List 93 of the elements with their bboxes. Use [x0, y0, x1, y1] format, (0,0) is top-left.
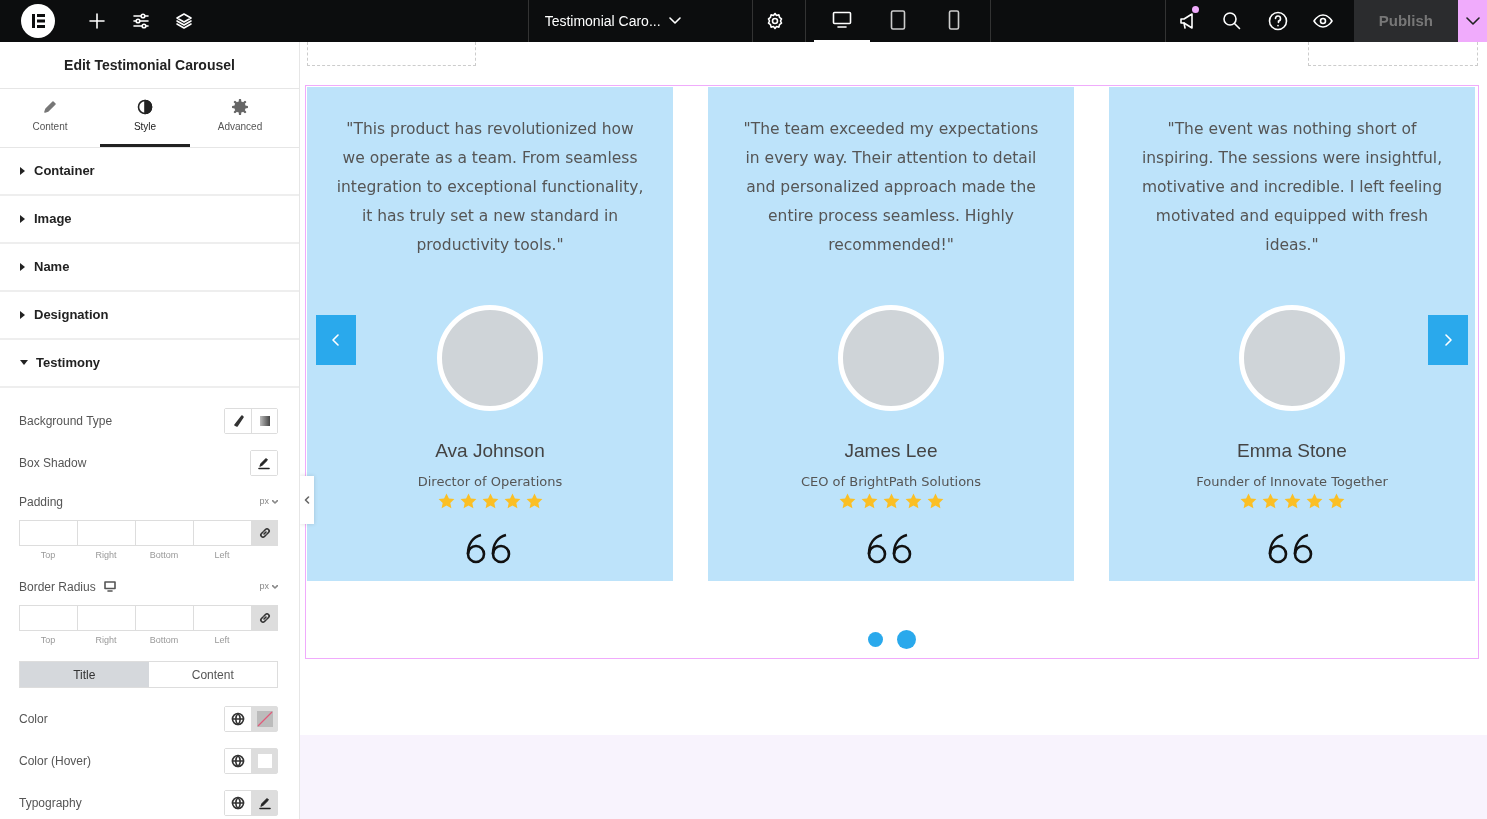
help-icon[interactable] — [1267, 11, 1288, 31]
panel-title: Edit Testimonial Carousel — [0, 42, 299, 89]
eye-icon[interactable] — [1312, 11, 1333, 31]
contrast-icon — [137, 99, 153, 115]
star-icon — [882, 493, 900, 509]
dimension-label: Bottom — [148, 633, 180, 647]
caret-right-icon — [20, 215, 26, 223]
gradient-icon[interactable] — [259, 416, 270, 426]
section-header[interactable]: Image — [0, 196, 299, 244]
chevron-left-icon — [331, 334, 341, 346]
dimension-label: Right — [94, 633, 118, 647]
dimension-label: Top — [39, 549, 57, 562]
person-name: Ava Johnson — [435, 439, 545, 463]
caret-right-icon — [20, 311, 26, 319]
pencil-icon[interactable] — [257, 796, 272, 810]
person-name: Emma Stone — [1237, 439, 1347, 463]
star-icon — [437, 493, 455, 509]
layers-icon[interactable] — [174, 12, 193, 30]
star-icon — [1239, 493, 1257, 509]
star-icon — [1261, 493, 1279, 509]
dimension-label: Bottom — [148, 549, 180, 562]
person-designation: CEO of BrightPath Solutions — [800, 472, 982, 491]
settings-icon[interactable] — [766, 12, 785, 30]
chevron-down-icon — [272, 584, 278, 589]
star-icon — [926, 493, 944, 509]
pencil-icon[interactable] — [257, 456, 271, 470]
star-icon — [503, 493, 521, 509]
panel-collapse-handle[interactable] — [300, 476, 314, 524]
logo-icon[interactable] — [20, 4, 55, 38]
star-icon — [1305, 493, 1323, 509]
tablet-icon[interactable] — [889, 10, 906, 30]
settings-icon — [232, 99, 248, 115]
control-label: Box Shadow — [19, 455, 87, 472]
person-name: James Lee — [844, 439, 938, 463]
caret-right-icon — [20, 263, 26, 271]
dimension-label: Top — [39, 633, 57, 647]
control-label: Color — [19, 711, 48, 728]
brush-icon[interactable] — [231, 414, 245, 428]
chevron-down-icon — [272, 500, 278, 504]
globe-icon[interactable] — [231, 712, 245, 726]
dimension-label: Right — [94, 549, 118, 562]
panel-tab[interactable]: Advanced — [195, 89, 285, 147]
star-icon — [1327, 493, 1345, 509]
no-color-icon[interactable] — [256, 711, 273, 727]
pagination-dot[interactable] — [868, 632, 883, 647]
chevron-down-icon — [668, 17, 681, 25]
desktop-icon[interactable] — [103, 581, 116, 592]
globe-icon[interactable] — [231, 754, 245, 768]
mobile-icon[interactable] — [947, 10, 960, 30]
control-label: Padding — [19, 494, 64, 511]
person-designation: Director of Operations — [417, 472, 563, 491]
dimension-label: Left — [213, 633, 231, 647]
unit-dropdown[interactable]: px — [259, 495, 278, 509]
caret-down-icon — [1465, 17, 1480, 25]
star-icon — [838, 493, 856, 509]
section-header[interactable]: Testimony — [0, 340, 299, 388]
section-header[interactable]: Container — [0, 148, 299, 196]
pencil-icon — [42, 99, 58, 115]
caret-down-icon — [20, 360, 28, 366]
testimonial-quote: "The event was nothing short of inspiring. The sessions were insightful, motivative and incredible. I left feeling motivated and equipped with fresh ideas." — [1140, 119, 1444, 256]
search-icon[interactable] — [1222, 11, 1243, 31]
star-icon — [904, 493, 922, 509]
person-designation: Founder of Innovate Together — [1196, 472, 1388, 491]
caret-right-icon — [20, 167, 26, 175]
globe-icon[interactable] — [231, 796, 245, 810]
control-label: Typography — [19, 795, 82, 812]
color-swatch[interactable] — [257, 754, 272, 768]
star-icon — [481, 493, 499, 509]
control-label: Border Radius — [19, 578, 96, 596]
panel-tab[interactable]: Content — [5, 89, 95, 147]
chevron-right-icon — [1443, 334, 1453, 346]
section-header[interactable]: Designation — [0, 292, 299, 340]
add-icon[interactable] — [88, 12, 107, 30]
chevron-left-icon — [304, 496, 310, 504]
testimonial-quote: "The team exceeded my expectations in every way. Their attention to detail and personalized approach made the entire process seamless. Highly recommended!" — [742, 119, 1040, 256]
desktop-icon[interactable] — [831, 11, 852, 29]
sliders-icon[interactable] — [131, 12, 150, 30]
dimension-label: Left — [213, 549, 231, 562]
publish-options-button[interactable] — [1458, 0, 1487, 42]
star-icon — [1283, 493, 1301, 509]
control-label: Background Type — [19, 413, 113, 430]
section-header[interactable]: Name — [0, 244, 299, 292]
link-icon[interactable] — [257, 526, 272, 540]
panel-tab[interactable]: Style — [100, 89, 190, 147]
control-label: Color (Hover) — [19, 753, 91, 770]
switch-tab[interactable]: Title — [20, 662, 149, 687]
star-icon — [459, 493, 477, 509]
link-icon[interactable] — [257, 610, 272, 625]
star-icon — [525, 493, 543, 509]
testimonial-quote: "This product has revolutionized how we operate as a team. From seamless integration to exceptional functionality, it has truly set a new standard in productivity tools." — [335, 119, 645, 256]
star-icon — [860, 493, 878, 509]
unit-dropdown[interactable]: px — [259, 579, 278, 594]
pagination-dot[interactable] — [897, 630, 916, 649]
